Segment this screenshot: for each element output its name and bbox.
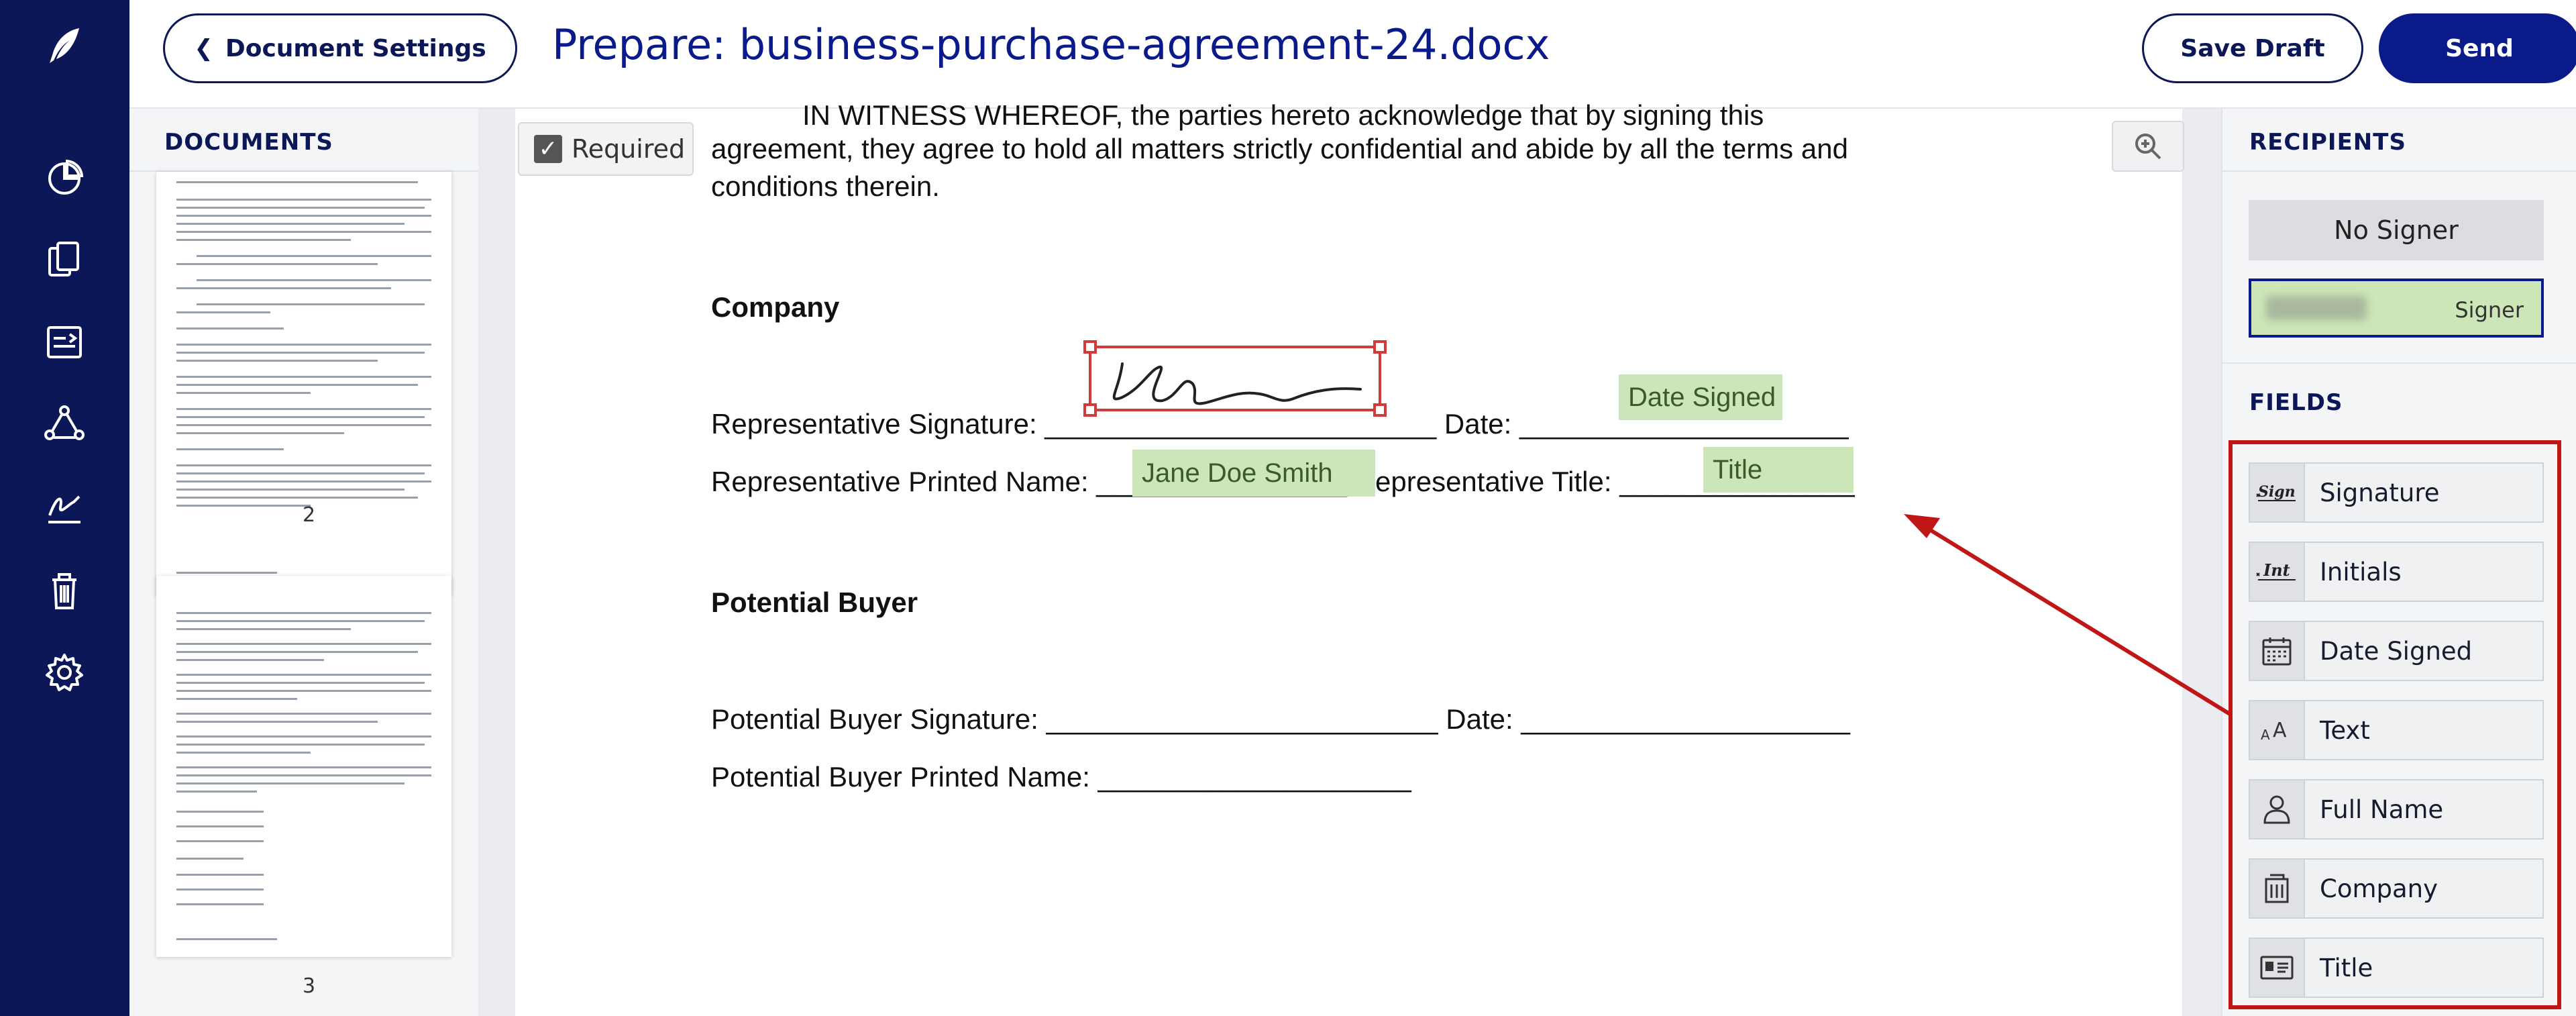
page-thumbnail-3[interactable]	[156, 576, 451, 957]
document-viewer: IN WITNESS WHEREOF, the parties hereto a…	[478, 99, 2221, 1016]
signature-field-selected[interactable]	[515, 109, 2182, 1016]
no-signer-option[interactable]: No Signer	[2249, 200, 2544, 260]
document-settings-label: Document Settings	[225, 34, 486, 62]
recipients-title: RECIPIENTS	[2249, 129, 2406, 156]
left-nav	[0, 0, 129, 1016]
fields-highlight-box	[2229, 440, 2561, 1009]
send-button[interactable]: Send	[2379, 13, 2576, 83]
fields-title: FIELDS	[2249, 389, 2343, 416]
workflow-icon[interactable]	[40, 401, 89, 450]
quill-logo-icon[interactable]	[40, 21, 89, 70]
required-label: Required	[572, 134, 686, 164]
document-page: IN WITNESS WHEREOF, the parties hereto a…	[515, 99, 2182, 1016]
page-thumbnail-2[interactable]	[156, 172, 451, 596]
signer-role-label: Signer	[2455, 297, 2524, 323]
sign-icon[interactable]	[40, 483, 89, 531]
zoom-in-icon	[2135, 134, 2161, 160]
required-toggle[interactable]: ✓ Required	[518, 122, 694, 176]
pie-chart-icon[interactable]	[40, 153, 89, 201]
save-draft-button[interactable]: Save Draft	[2142, 13, 2363, 83]
divider	[2222, 170, 2576, 172]
page-number: 3	[303, 974, 316, 998]
documents-panel: DOCUMENTS 2 3	[129, 109, 480, 1016]
chevron-left-icon: ❮	[194, 35, 213, 62]
page-number: 2	[303, 503, 316, 527]
signer-name-redacted	[2266, 296, 2367, 320]
zoom-in-button[interactable]	[2112, 121, 2184, 172]
page-title: Prepare: business-purchase-agreement-24.…	[552, 20, 1550, 69]
document-settings-button[interactable]: ❮ Document Settings	[163, 13, 517, 83]
divider	[2222, 362, 2576, 364]
template-icon[interactable]	[40, 318, 89, 366]
trash-icon[interactable]	[40, 566, 89, 615]
signer-option[interactable]: Signer	[2249, 278, 2544, 338]
gear-icon[interactable]	[40, 648, 89, 697]
documents-title: DOCUMENTS	[164, 129, 333, 156]
documents-icon[interactable]	[40, 236, 89, 285]
checkbox-checked-icon[interactable]: ✓	[534, 135, 562, 163]
